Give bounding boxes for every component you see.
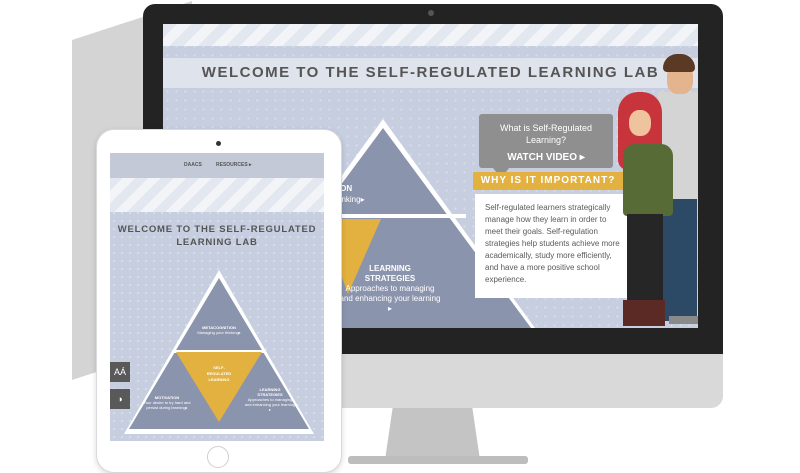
student-male-shoes bbox=[669, 316, 698, 324]
video-question: What is Self-Regulated Learning? bbox=[499, 123, 593, 145]
home-button[interactable] bbox=[207, 446, 229, 468]
learning-strategies-link[interactable]: LEARNING STRATEGIES Approaches to managi… bbox=[236, 387, 304, 412]
learning-strategies-sub: Approaches to managing and enhancing you… bbox=[339, 284, 441, 313]
why-heading: WHY IS IT IMPORTANT? bbox=[480, 175, 616, 186]
metacognition-link[interactable]: METACOGNITION Managing your thinking▸ bbox=[179, 325, 259, 335]
monitor-stand-base bbox=[348, 456, 528, 464]
nav-resources[interactable]: RESOURCES ▸ bbox=[216, 153, 252, 178]
tablet-page-title: WELCOME TO THE SELF-REGULATED LEARNING L… bbox=[117, 224, 317, 248]
student-female-sweater bbox=[623, 144, 673, 216]
student-female-face bbox=[629, 110, 651, 136]
student-male-pants bbox=[663, 199, 697, 321]
header-stripes bbox=[163, 24, 698, 46]
camera-icon bbox=[428, 10, 434, 16]
motivation-link[interactable]: MOTIVATION Your desire to try hard and p… bbox=[132, 395, 202, 410]
tablet-screen: DAACS RESOURCES ▸ WELCOME TO THE SELF-RE… bbox=[110, 153, 324, 441]
camera-icon bbox=[216, 141, 221, 146]
learning-strategies-heading[interactable]: LEARNING STRATEGIES bbox=[335, 264, 445, 284]
student-male-hair bbox=[663, 54, 695, 72]
self-regulated-learning-label: SELF- REGULATED LEARNING bbox=[206, 365, 232, 382]
why-body: Self-regulated learners strategically ma… bbox=[485, 203, 620, 284]
contrast-icon[interactable]: ◑ bbox=[110, 389, 130, 409]
monitor-stand bbox=[385, 408, 480, 460]
page-title: WELCOME TO THE SELF-REGULATED LEARNING L… bbox=[201, 64, 660, 81]
tablet-header-stripes bbox=[110, 178, 324, 212]
watch-video-button[interactable]: WATCH VIDEO ▸ bbox=[479, 152, 613, 163]
nav-daacs[interactable]: DAACS bbox=[184, 153, 202, 178]
student-female-boots bbox=[623, 300, 665, 326]
font-size-icon[interactable]: AÁ bbox=[110, 362, 130, 382]
